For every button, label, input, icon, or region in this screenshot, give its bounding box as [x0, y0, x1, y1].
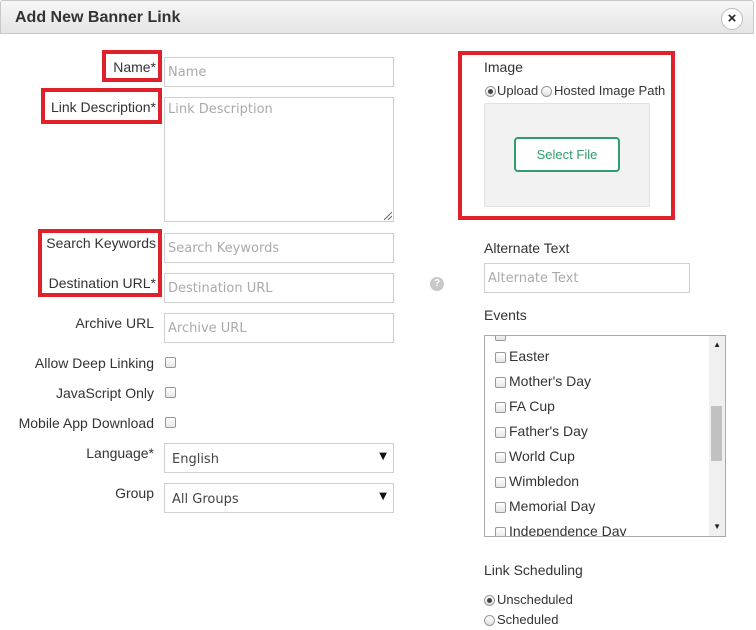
allow-deep-linking-label: Allow Deep Linking: [34, 355, 154, 371]
events-list[interactable]: Easter Mother's Day FA Cup Father's Day …: [484, 335, 726, 537]
alternate-text-label: Alternate Text: [484, 240, 570, 256]
name-input[interactable]: [164, 57, 394, 87]
event-label: Wimbledon: [509, 473, 580, 489]
event-checkbox[interactable]: [495, 527, 506, 536]
hosted-image-radio[interactable]: [541, 86, 552, 97]
scheduled-radio[interactable]: [484, 615, 495, 626]
event-label: FA Cup: [509, 398, 555, 414]
event-checkbox[interactable]: [495, 352, 506, 363]
image-label: Image: [484, 59, 523, 75]
scheduled-option-label: Scheduled: [497, 612, 559, 627]
group-value: All Groups: [172, 492, 239, 507]
select-file-button[interactable]: Select File: [514, 137, 620, 172]
archive-url-label: Archive URL: [75, 315, 154, 331]
dropdown-arrow-icon: ▼: [379, 451, 387, 462]
destination-url-input[interactable]: [164, 273, 394, 303]
language-select[interactable]: English ▼: [164, 443, 394, 473]
scroll-down-icon[interactable]: ▼: [713, 522, 721, 531]
event-label: World Cup: [509, 448, 575, 464]
event-checkbox[interactable]: [495, 502, 506, 513]
javascript-only-checkbox[interactable]: [165, 387, 176, 398]
events-label: Events: [484, 307, 527, 323]
event-checkbox[interactable]: [495, 427, 506, 438]
event-label: Independence Day: [509, 523, 627, 537]
upload-radio[interactable]: [485, 86, 496, 97]
resize-grip-icon[interactable]: [384, 212, 392, 220]
dropdown-arrow-icon: ▼: [379, 491, 387, 502]
link-description-input[interactable]: [164, 97, 394, 222]
name-label: Name*: [113, 59, 156, 75]
events-scrollbar[interactable]: ▲ ▼: [709, 336, 725, 536]
search-keywords-input[interactable]: [164, 233, 394, 263]
dialog-title: Add New Banner Link: [15, 9, 181, 26]
link-scheduling-label: Link Scheduling: [484, 562, 583, 578]
mobile-app-download-checkbox[interactable]: [165, 417, 176, 428]
destination-url-label: Destination URL*: [48, 275, 156, 291]
event-checkbox[interactable]: [495, 477, 506, 488]
event-label: Mother's Day: [509, 373, 592, 389]
javascript-only-label: JavaScript Only: [55, 385, 154, 401]
link-description-label: Link Description*: [50, 99, 156, 115]
search-keywords-label: Search Keywords: [46, 235, 156, 251]
unscheduled-option-label: Unscheduled: [497, 592, 573, 607]
hosted-image-option-label: Hosted Image Path: [554, 83, 666, 98]
allow-deep-linking-checkbox[interactable]: [165, 357, 176, 368]
language-value: English: [172, 452, 219, 467]
unscheduled-radio[interactable]: [484, 595, 495, 606]
scroll-up-icon[interactable]: ▲: [713, 340, 721, 349]
group-select[interactable]: All Groups ▼: [164, 483, 394, 513]
group-label: Group: [115, 485, 154, 501]
event-checkbox[interactable]: [495, 402, 506, 413]
event-checkbox[interactable]: [495, 377, 506, 388]
event-checkbox[interactable]: [495, 452, 506, 463]
alternate-text-input[interactable]: [484, 263, 690, 293]
scrollbar-thumb[interactable]: [711, 406, 722, 461]
dialog-header: Add New Banner Link: [0, 0, 754, 34]
close-icon[interactable]: ×: [721, 8, 743, 30]
event-label: Father's Day: [509, 423, 588, 439]
event-label: Memorial Day: [509, 498, 596, 514]
help-icon[interactable]: ?: [430, 277, 444, 291]
upload-option-label: Upload: [497, 83, 539, 98]
event-checkbox-partial[interactable]: [495, 336, 506, 341]
event-label: Easter: [509, 348, 550, 364]
archive-url-input[interactable]: [164, 313, 394, 343]
language-label: Language*: [86, 445, 154, 461]
mobile-app-download-label: Mobile App Download: [18, 415, 154, 431]
